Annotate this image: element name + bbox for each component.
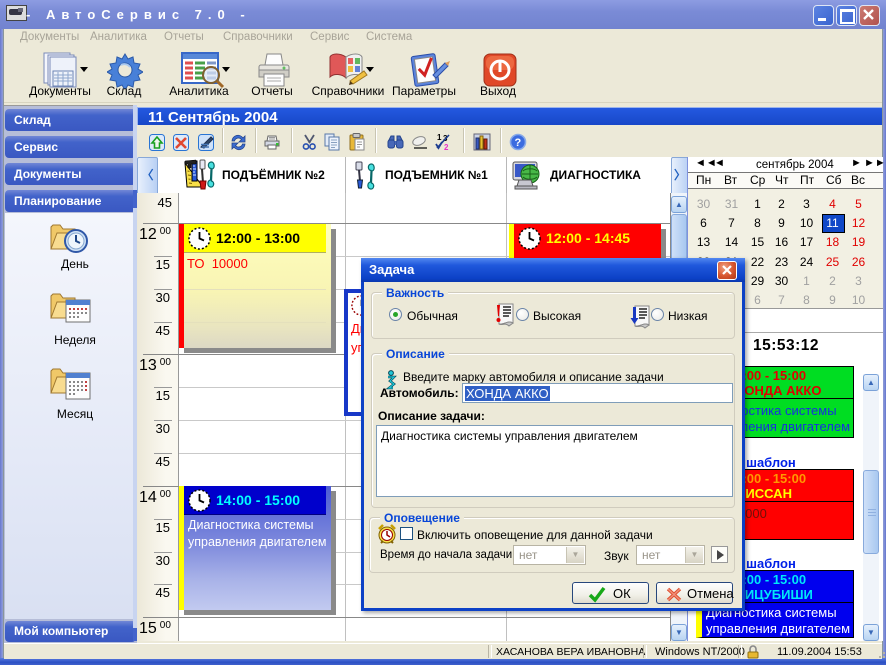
svg-text:?: ? [515, 137, 522, 149]
svg-text:2: 2 [444, 143, 449, 151]
svg-text:1: 1 [437, 133, 442, 142]
